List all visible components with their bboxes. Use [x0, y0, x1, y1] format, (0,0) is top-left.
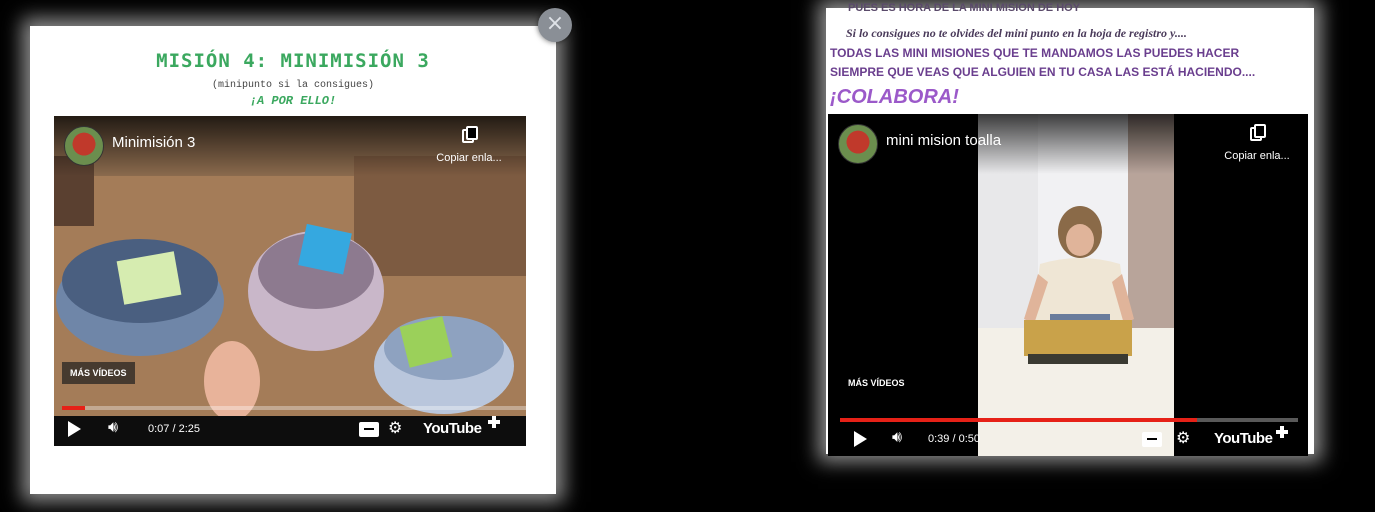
volume-icon[interactable]: 🔊︎ [108, 419, 118, 437]
copy-link-label: Copiar enla... [436, 152, 502, 164]
player-controls: 🔊︎ 0:07 / 2:25 ⚙ YouTube [54, 412, 526, 446]
copy-icon [1250, 124, 1266, 141]
info-line-2: SIEMPRE QUE VEAS QUE ALGUIEN EN TU CASA … [830, 65, 1256, 79]
cut-heading: PUES ES HORA DE LA MINI MISION DE HOY [848, 2, 1081, 14]
video-title[interactable]: Minimisión 3 [112, 134, 195, 151]
mission-call-to-action: ¡A POR ELLO! [249, 94, 337, 108]
player-controls: 🔊︎ 0:39 / 0:50 ⚙ YouTube [828, 422, 1308, 456]
play-icon[interactable] [854, 431, 867, 447]
copy-link-button[interactable]: Copiar enla... [1216, 124, 1298, 163]
youtube-logo[interactable]: YouTube [423, 420, 482, 437]
channel-avatar[interactable] [64, 126, 104, 166]
youtube-logo[interactable]: YouTube [1214, 430, 1273, 447]
gear-icon[interactable]: ⚙ [1176, 428, 1190, 448]
volume-icon[interactable]: 🔊︎ [892, 429, 902, 447]
right-mission-card: PUES ES HORA DE LA MINI MISION DE HOY Si… [826, 2, 1314, 456]
left-mission-card: MISIÓN 4: MINIMISIÓN 3 (minipunto si la … [30, 26, 556, 494]
copy-icon [462, 126, 478, 143]
time-display: 0:07 / 2:25 [148, 423, 200, 435]
time-display: 0:39 / 0:50 [928, 433, 980, 445]
progress-fill [62, 406, 86, 410]
subtitles-icon[interactable] [1142, 432, 1162, 447]
colabora-heading: ¡COLABORA! [830, 86, 959, 108]
video-player-left[interactable]: Minimisión 3 Copiar enla... MÁS VÍDEOS 🔊… [54, 116, 526, 446]
gear-icon[interactable]: ⚙ [388, 418, 402, 438]
play-icon[interactable] [68, 421, 81, 437]
more-videos-button[interactable]: MÁS VÍDEOS [840, 372, 913, 394]
mission-title: MISIÓN 4: MINIMISIÓN 3 [156, 50, 430, 72]
copy-link-button[interactable]: Copiar enla... [428, 126, 510, 165]
more-videos-button[interactable]: MÁS VÍDEOS [62, 362, 135, 384]
info-line-1: TODAS LAS MINI MISIONES QUE TE MANDAMOS … [830, 46, 1240, 60]
channel-avatar[interactable] [838, 124, 878, 164]
subtitles-icon[interactable] [359, 422, 379, 437]
progress-bar[interactable] [62, 406, 526, 410]
mission-subtitle: (minipunto si la consigues) [211, 80, 375, 91]
register-reminder: Si lo consigues no te olvides del mini p… [846, 26, 1187, 40]
copy-link-label: Copiar enla... [1224, 150, 1290, 162]
video-title[interactable]: mini mision toalla [886, 132, 1001, 149]
video-player-right[interactable]: mini mision toalla Copiar enla... MÁS VÍ… [828, 114, 1308, 456]
close-icon[interactable]: × [538, 8, 572, 42]
